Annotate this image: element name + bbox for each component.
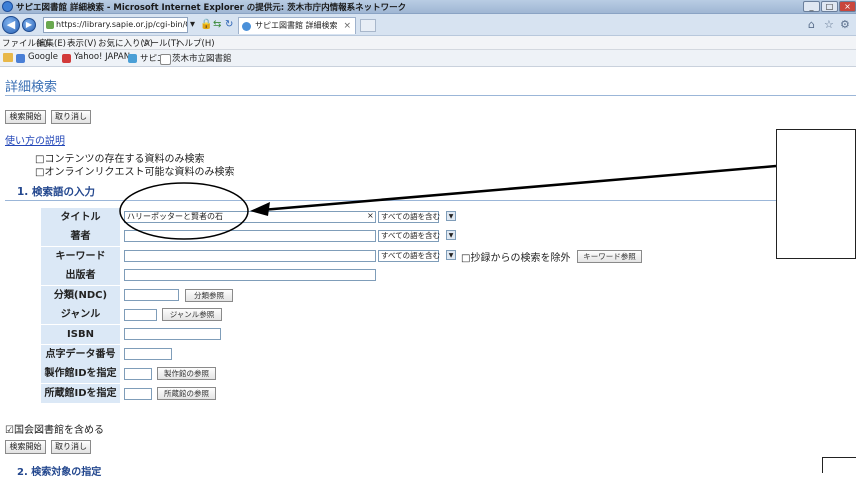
- annotation-overlay: [119, 164, 777, 240]
- callout-box: [776, 129, 856, 259]
- callout-box-bottom: [822, 457, 856, 473]
- annotation-ellipse: [119, 182, 249, 240]
- annotation-arrowhead: [250, 202, 270, 216]
- annotation-arrow-line: [261, 164, 777, 212]
